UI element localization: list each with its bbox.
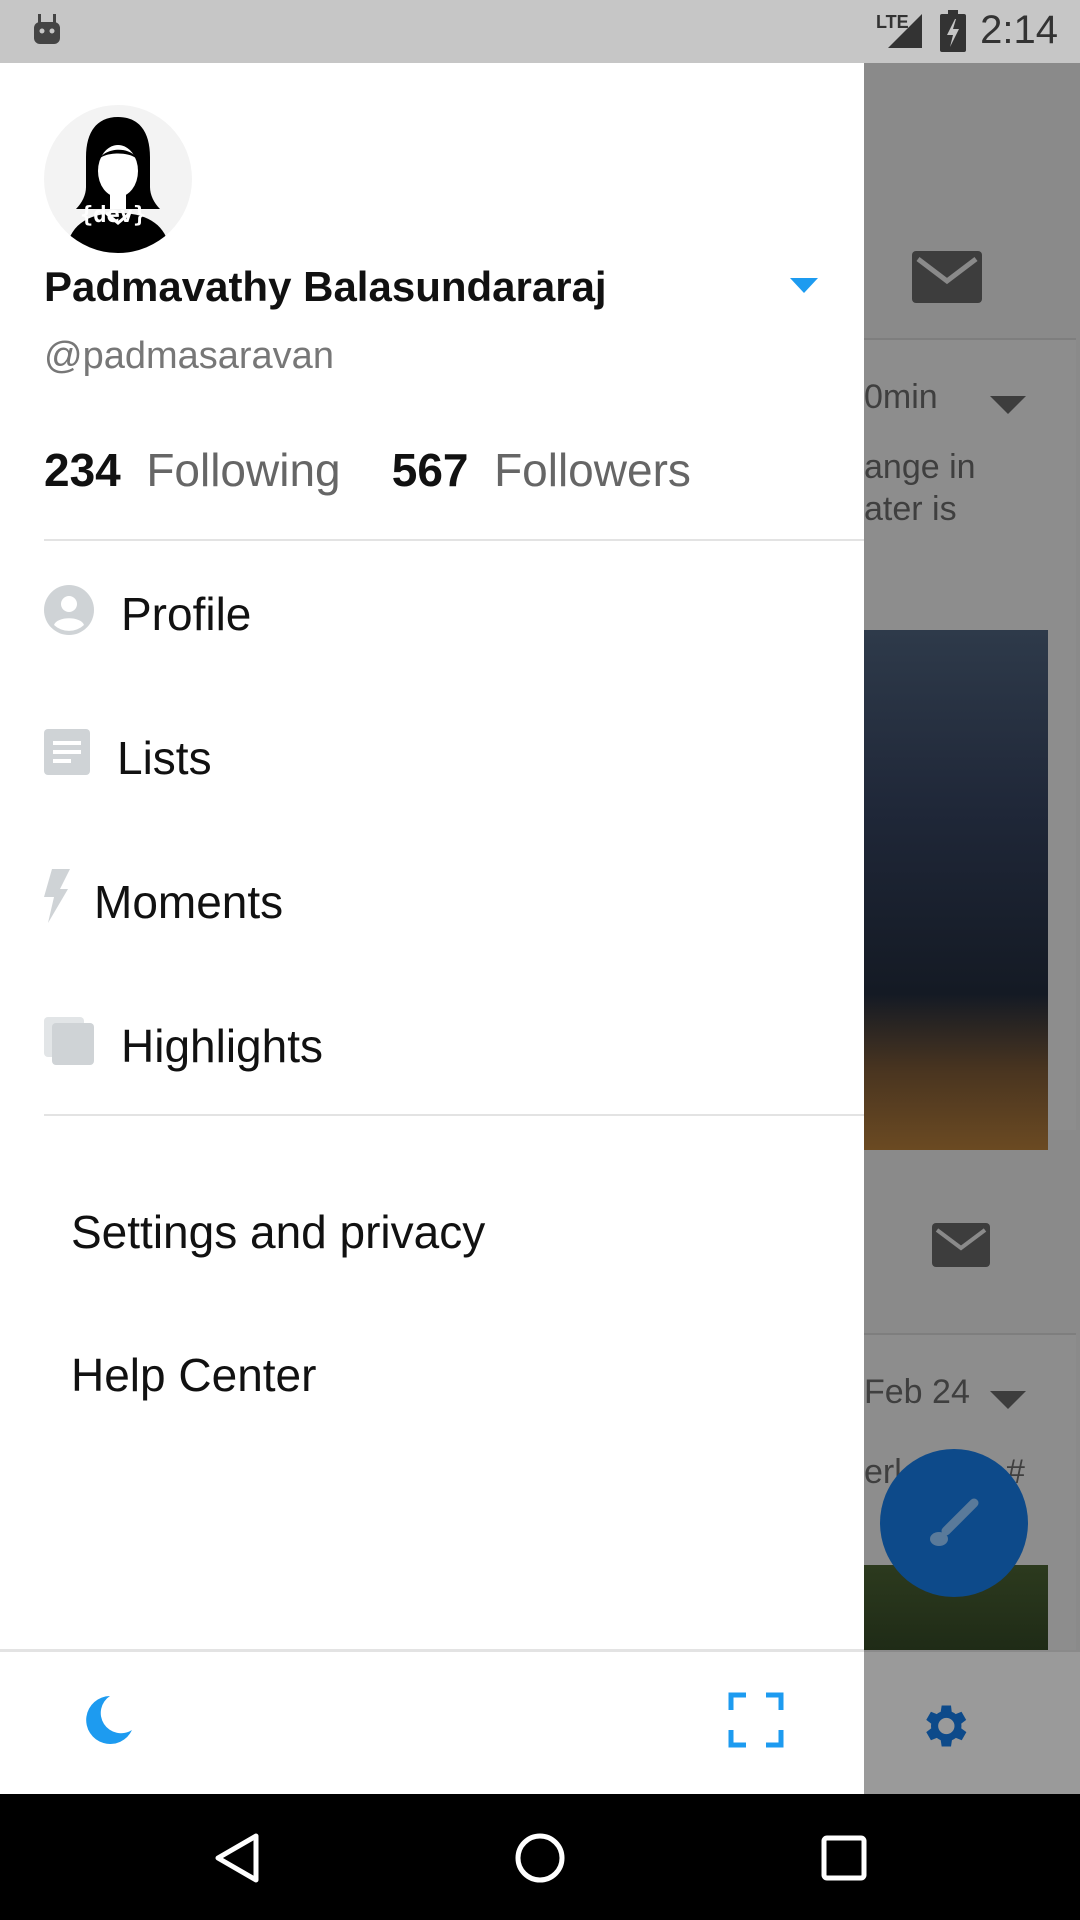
divider [44,1114,864,1116]
followers-link[interactable]: 567 Followers [392,444,691,496]
envelope-icon [932,1223,990,1267]
battery-charging-icon [940,10,966,52]
recent-apps-icon[interactable] [820,1834,868,1882]
envelope-icon [912,251,982,303]
clock: 2:14 [980,8,1058,52]
qr-scan-icon[interactable] [728,1692,784,1748]
menu-item-label: Profile [121,588,252,640]
following-label: Following [146,444,341,496]
tweet-time: 0min [864,378,938,416]
lightning-icon [44,869,70,923]
background-toolbar [864,1650,1080,1796]
back-icon[interactable] [212,1832,262,1884]
navigation-drawer: {dev} Padmavathy Balasundararaj @padmasa… [0,63,864,1797]
android-debug-icon [34,14,60,44]
signal-icon [888,14,922,48]
lists-icon [44,729,90,775]
highlights-icon [44,1017,94,1065]
menu-item-highlights[interactable]: Highlights [0,989,864,1099]
moon-icon[interactable] [80,1692,136,1748]
avatar-text: {dev} [80,203,147,228]
display-name[interactable]: Padmavathy Balasundararaj [44,263,607,311]
system-navigation-bar [0,1794,1080,1920]
drawer-footer [0,1649,864,1797]
tweet-snippet: ater is [864,490,957,528]
compose-brush-icon [930,1498,979,1546]
home-icon[interactable] [514,1832,566,1884]
user-handle: @padmasaravan [44,335,334,377]
gear-icon [926,1705,967,1747]
menu-item-label: Highlights [121,1020,323,1072]
avatar[interactable]: {dev} [44,105,192,253]
following-count: 234 [44,444,121,496]
menu-item-settings-and-privacy[interactable]: Settings and privacy [0,1180,864,1280]
menu-item-label: Lists [117,732,212,784]
account-switcher-caret-icon[interactable] [790,278,818,293]
divider [44,539,864,541]
menu-item-help-center[interactable]: Help Center [0,1323,864,1423]
chevron-down-icon [990,396,1026,414]
menu-item-profile[interactable]: Profile [0,557,864,667]
chevron-down-icon [990,1391,1026,1409]
status-bar: LTE 2:14 [0,0,1080,63]
profile-icon [44,585,94,635]
menu-item-moments[interactable]: Moments [0,845,864,955]
tweet-snippet: ange in [864,448,976,486]
menu-item-lists[interactable]: Lists [0,701,864,811]
menu-item-label: Moments [94,876,284,928]
following-link[interactable]: 234 Following [44,444,341,496]
avatar-illustration [66,117,170,253]
followers-label: Followers [494,444,691,496]
tweet-date: Feb 24 [864,1373,970,1411]
menu-item-label: Help Center [71,1349,317,1401]
compose-fab[interactable] [880,1449,1028,1597]
tweet-photo [864,630,1048,1150]
menu-item-label: Settings and privacy [71,1206,486,1258]
followers-count: 567 [391,444,469,496]
follow-stats: 234 Following 567 Followers [44,443,691,497]
